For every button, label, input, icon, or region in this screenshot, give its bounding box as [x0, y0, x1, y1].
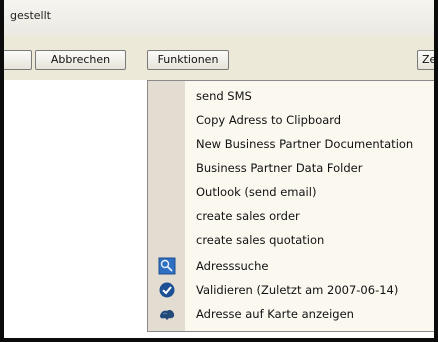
- address-search-icon: [158, 257, 176, 275]
- validate-check-icon: [158, 281, 176, 299]
- status-bar: gestellt: [4, 0, 434, 37]
- map-icon: [158, 305, 176, 323]
- window-frame-right: [434, 0, 438, 342]
- menu-item-label: Validieren (Zuletzt am 2007-06-14): [196, 283, 399, 297]
- menu-item-adresssuche[interactable]: Adresssuche: [148, 254, 435, 278]
- toolbar-button-partial-left[interactable]: [0, 50, 32, 70]
- cancel-button[interactable]: Abbrechen: [35, 50, 126, 70]
- menu-item-label: New Business Partner Documentation: [196, 137, 414, 151]
- menu-item-send-sms[interactable]: send SMS: [148, 84, 435, 108]
- menu-item-label: Adresse auf Karte anzeigen: [196, 307, 354, 321]
- functions-button[interactable]: Funktionen: [147, 50, 229, 70]
- menu-item-validieren[interactable]: Validieren (Zuletzt am 2007-06-14): [148, 278, 435, 302]
- menu-item-label: create sales quotation: [196, 233, 325, 247]
- menu-item-label: Copy Adress to Clipboard: [196, 113, 342, 127]
- menu-item-bp-data-folder[interactable]: Business Partner Data Folder: [148, 156, 435, 180]
- content-panel: [4, 80, 150, 338]
- menu-item-label: send SMS: [196, 89, 252, 103]
- menu-item-copy-address[interactable]: Copy Adress to Clipboard: [148, 108, 435, 132]
- menu-item-label: Business Partner Data Folder: [196, 161, 363, 175]
- menu-item-outlook-email[interactable]: Outlook (send email): [148, 180, 435, 204]
- menu-item-new-bp-documentation[interactable]: New Business Partner Documentation: [148, 132, 435, 156]
- toolbar: Abbrechen Funktionen Ze: [0, 36, 438, 80]
- menu-item-create-sales-quotation[interactable]: create sales quotation: [148, 228, 435, 252]
- menu-item-show-on-map[interactable]: Adresse auf Karte anzeigen: [148, 302, 435, 326]
- menu-item-label: create sales order: [196, 209, 300, 223]
- window-frame-bottom: [0, 338, 438, 342]
- menu-item-create-sales-order[interactable]: create sales order: [148, 204, 435, 228]
- menu-item-label: Outlook (send email): [196, 185, 317, 199]
- window-frame-left: [0, 0, 4, 342]
- status-text: gestellt: [10, 9, 51, 22]
- menu-item-label: Adresssuche: [196, 259, 269, 273]
- functions-menu: send SMS Copy Adress to Clipboard New Bu…: [147, 80, 434, 332]
